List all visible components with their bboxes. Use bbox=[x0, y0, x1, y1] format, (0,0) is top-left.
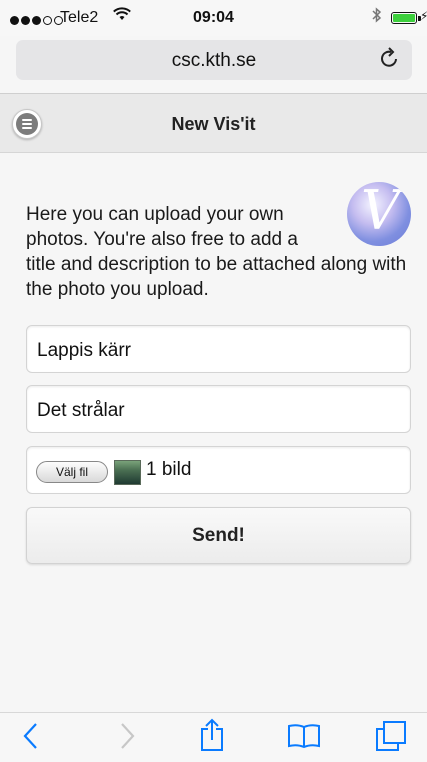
bookmarks-icon[interactable] bbox=[287, 723, 321, 754]
tabs-icon[interactable] bbox=[375, 720, 407, 757]
photo-thumbnail bbox=[114, 460, 141, 485]
page-header: New Vis'it bbox=[0, 93, 427, 153]
logo-letter: V bbox=[361, 182, 400, 242]
bluetooth-icon bbox=[372, 7, 382, 28]
send-button[interactable]: Send! bbox=[26, 507, 411, 564]
file-count: 1 bild bbox=[146, 459, 192, 480]
forward-icon[interactable] bbox=[118, 721, 136, 756]
visit-logo: V bbox=[347, 182, 411, 246]
description-input-value: Det strålar bbox=[37, 400, 125, 421]
address-bar[interactable]: csc.kth.se bbox=[16, 40, 412, 80]
title-input-value: Lappis kärr bbox=[37, 340, 131, 361]
file-input[interactable]: Välj fil 1 bild bbox=[26, 446, 411, 494]
url-text: csc.kth.se bbox=[171, 50, 257, 71]
browser-toolbar bbox=[0, 712, 427, 762]
title-input[interactable]: Lappis kärr bbox=[26, 325, 411, 373]
choose-file-button[interactable]: Välj fil bbox=[36, 461, 108, 483]
reload-icon[interactable] bbox=[380, 47, 400, 75]
battery-icon bbox=[391, 12, 421, 24]
intro-section: V Here you can upload your own photos. Y… bbox=[26, 182, 412, 302]
share-icon[interactable] bbox=[199, 718, 225, 757]
description-input[interactable]: Det strålar bbox=[26, 385, 411, 433]
back-icon[interactable] bbox=[22, 721, 40, 756]
charging-icon: ⚡ bbox=[420, 9, 427, 23]
status-bar: Tele2 09:04 ⚡ bbox=[0, 0, 427, 36]
page-title: New Vis'it bbox=[171, 114, 256, 134]
status-time: 09:04 bbox=[193, 9, 234, 26]
